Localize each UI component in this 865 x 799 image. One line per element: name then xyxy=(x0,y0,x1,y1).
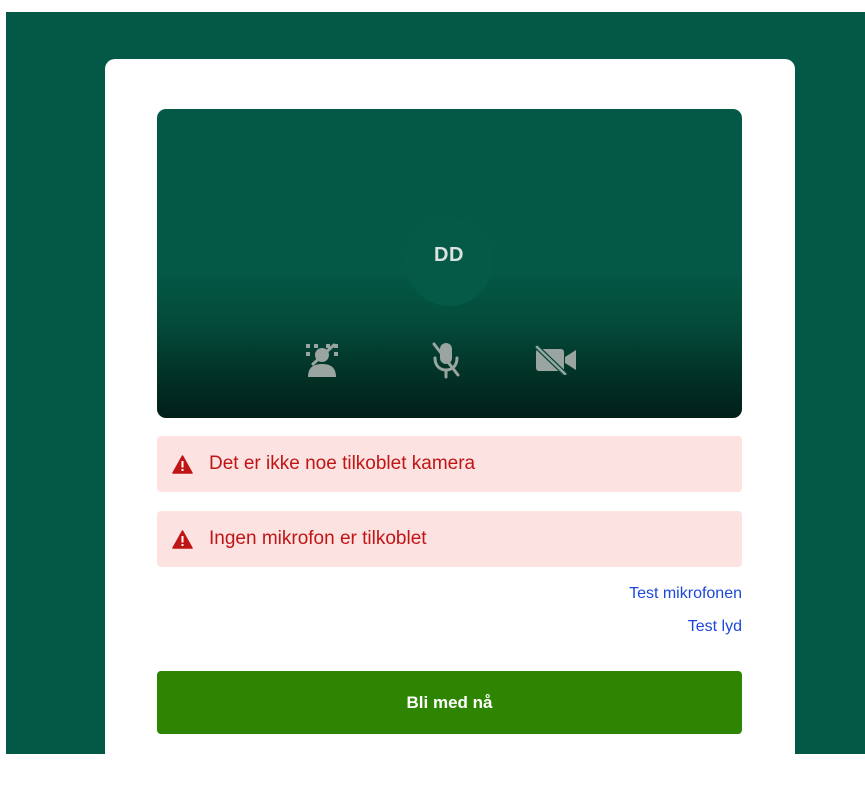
video-camera-off-icon xyxy=(534,345,576,375)
microphone-alert-text: Ingen mikrofon er tilkoblet xyxy=(209,528,427,549)
camera-toggle-button[interactable] xyxy=(531,335,581,385)
avatar-initials: DD xyxy=(434,244,464,266)
microphone-alert: Ingen mikrofon er tilkoblet xyxy=(157,511,742,567)
avatar: DD xyxy=(405,218,493,306)
video-preview: DD xyxy=(157,109,742,418)
warning-triangle-icon xyxy=(172,454,193,474)
background-blur-off-icon xyxy=(306,343,338,377)
join-button[interactable]: Bli med nå xyxy=(157,671,742,734)
camera-alert-text: Det er ikke noe tilkoblet kamera xyxy=(209,453,476,474)
join-card: DD Det er ikke noe tilkoblet kamera Inge… xyxy=(105,59,795,799)
camera-alert: Det er ikke noe tilkoblet kamera xyxy=(157,436,742,492)
warning-triangle-icon xyxy=(172,529,193,549)
microphone-off-icon xyxy=(432,342,460,379)
page-background: DD Det er ikke noe tilkoblet kamera Inge… xyxy=(6,12,865,799)
microphone-toggle-button[interactable] xyxy=(421,335,471,385)
background-effects-button[interactable] xyxy=(297,335,347,385)
test-microphone-link[interactable]: Test mikrofonen xyxy=(629,585,742,603)
test-sound-link[interactable]: Test lyd xyxy=(688,618,742,636)
